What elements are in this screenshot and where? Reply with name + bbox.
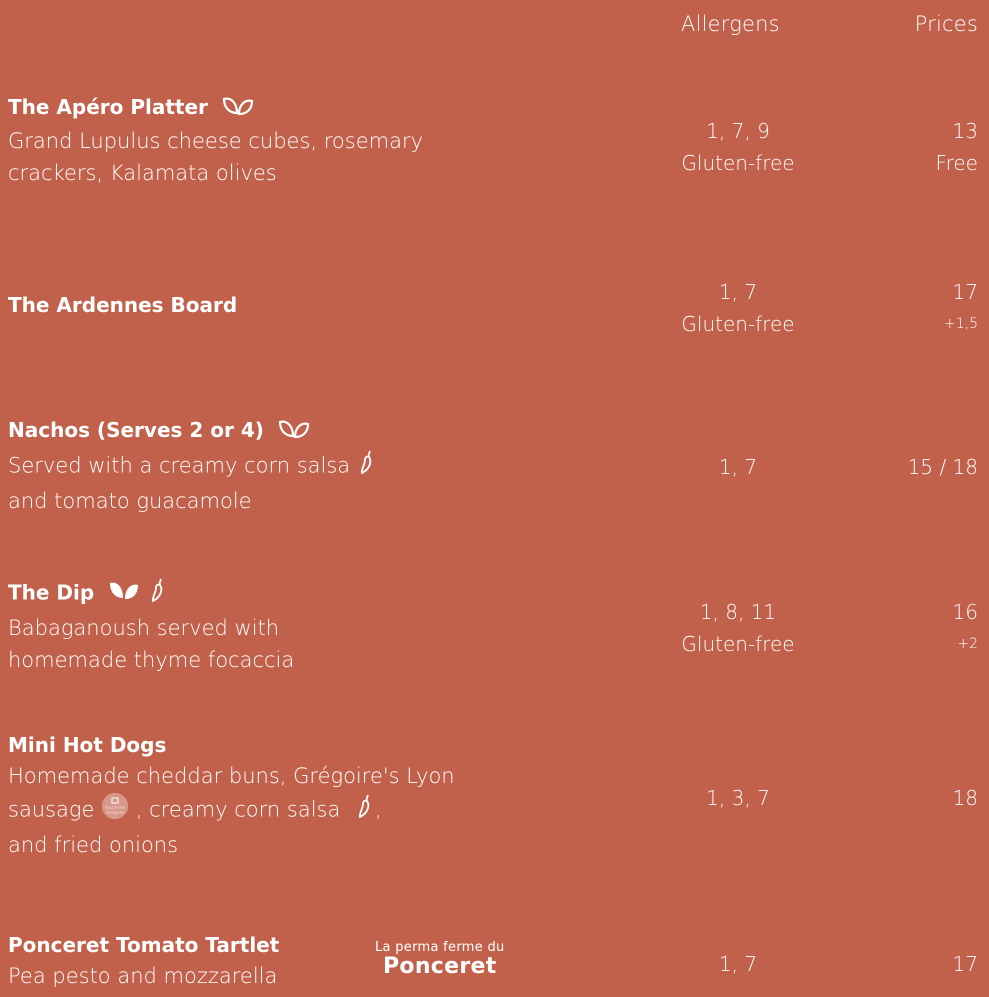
item-name: The Apéro Platter xyxy=(8,95,208,119)
item-description-line: and fried onions xyxy=(8,833,179,857)
menu-item-ardennes-board: The Ardennes Board xyxy=(8,290,568,320)
item-name: Nachos (Serves 2 or 4) xyxy=(8,418,264,442)
item-description-text: , xyxy=(375,797,382,822)
item-description-text: , creamy corn salsa xyxy=(135,797,341,822)
chili-pepper-icon xyxy=(357,448,377,485)
item-price: 17 +1,5 xyxy=(944,280,978,332)
chili-pepper-icon xyxy=(148,576,168,612)
logo-line-1: La perma ferme du xyxy=(375,940,505,955)
item-description-line: Served with a creamy corn salsa xyxy=(8,453,351,477)
item-price: 18 xyxy=(952,786,978,810)
item-name: The Ardennes Board xyxy=(8,293,238,317)
logo-line-2: Ponceret xyxy=(382,954,497,979)
item-allergens: 1, 7 Gluten-free xyxy=(681,280,795,336)
prices-column-header: Prices xyxy=(914,12,978,36)
item-allergens: 1, 7 xyxy=(718,455,758,479)
item-price: 17 xyxy=(952,952,978,976)
ponceret-farm-logo: La perma ferme du Ponceret xyxy=(375,940,505,979)
svg-text:Grégoire: Grégoire xyxy=(107,810,125,815)
chili-pepper-icon xyxy=(355,792,375,829)
item-description-line: Homemade cheddar buns, Grégoire's Lyon xyxy=(8,764,455,788)
menu-item-apero-platter: The Apéro Platter Grand Lupulus cheese c… xyxy=(8,92,568,189)
leaf-outline-icon xyxy=(221,93,255,125)
menu-page: { "header": { "allergens": "Allergens", … xyxy=(0,0,989,997)
item-description-line: Grand Lupulus cheese cubes, rosemary xyxy=(8,128,424,153)
menu-item-mini-hot-dogs: Mini Hot Dogs Homemade cheddar buns, Gré… xyxy=(8,730,568,861)
item-price: 15 / 18 xyxy=(907,455,978,479)
item-allergens: 1, 3, 7 xyxy=(706,786,770,810)
item-description-line: homemade thyme focaccia xyxy=(8,648,295,672)
item-price: 13 Free xyxy=(935,119,978,175)
item-description-line: crackers, Kalamata olives xyxy=(8,160,277,185)
butcher-badge-icon: Boucherie Grégoire xyxy=(101,792,129,829)
item-name: Mini Hot Dogs xyxy=(8,733,167,757)
item-name: The Dip xyxy=(8,580,95,605)
allergens-column-header: Allergens xyxy=(681,12,780,36)
item-price: 16 +2 xyxy=(952,600,978,652)
leaf-outline-icon xyxy=(277,416,311,448)
item-description-text: sausage xyxy=(8,797,95,822)
item-allergens: 1, 8, 11 Gluten-free xyxy=(681,600,795,656)
menu-item-nachos: Nachos (Serves 2 or 4) Served with a cre… xyxy=(8,415,568,517)
menu-item-dip: The Dip Babaganoush served with homemade… xyxy=(8,576,568,676)
item-allergens: 1, 7 xyxy=(718,952,758,976)
item-description-line: Babaganoush served with xyxy=(8,616,280,640)
item-description-line: and tomato guacamole xyxy=(8,488,252,513)
item-allergens: 1, 7, 9 Gluten-free xyxy=(681,119,795,175)
leaf-filled-icon xyxy=(107,578,141,610)
